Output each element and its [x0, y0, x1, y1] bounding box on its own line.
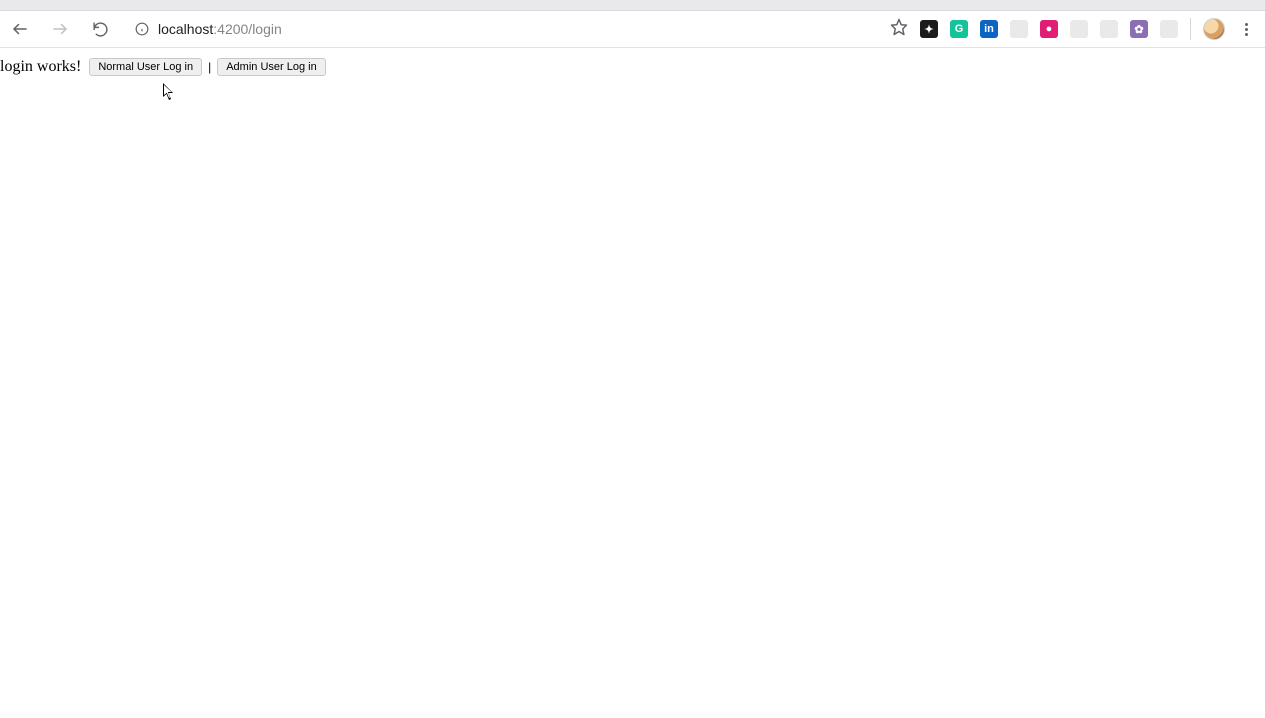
button-separator: | — [208, 60, 211, 74]
extension-5-icon[interactable]: ● — [1040, 20, 1058, 38]
forward-button[interactable] — [46, 15, 74, 43]
extension-8-icon[interactable]: ✿ — [1130, 20, 1148, 38]
extension-4-icon[interactable] — [1010, 20, 1028, 38]
arrow-right-icon — [51, 20, 69, 38]
linkedin-icon[interactable]: in — [980, 20, 998, 38]
admin-user-login-button[interactable]: Admin User Log in — [217, 58, 326, 76]
extension-1-icon[interactable]: ✦ — [920, 20, 938, 38]
bookmark-star-icon[interactable] — [890, 18, 908, 41]
back-button[interactable] — [6, 15, 34, 43]
normal-user-login-button[interactable]: Normal User Log in — [89, 58, 202, 76]
url-host: localhost — [158, 21, 213, 37]
login-works-text: login works! — [0, 58, 81, 76]
login-row: login works! Normal User Log in | Admin … — [0, 58, 1265, 76]
browser-menu-button[interactable] — [1237, 20, 1255, 38]
url-text: localhost:4200/login — [158, 21, 282, 37]
arrow-left-icon — [11, 20, 29, 38]
toolbar-right: ✦ Gin ● ✿ — [890, 18, 1259, 41]
toolbar-divider — [1190, 18, 1191, 40]
extension-9-icon[interactable] — [1160, 20, 1178, 38]
profile-avatar[interactable] — [1203, 18, 1225, 40]
url-path: :4200/login — [213, 21, 282, 37]
mouse-cursor-icon — [163, 83, 175, 101]
page-content: login works! Normal User Log in | Admin … — [0, 48, 1265, 76]
browser-toolbar: localhost:4200/login ✦ Gin ● ✿ — [0, 11, 1265, 48]
address-bar[interactable]: localhost:4200/login — [126, 15, 878, 43]
extension-6-icon[interactable] — [1070, 20, 1088, 38]
reload-icon — [92, 21, 109, 38]
grammarly-icon[interactable]: G — [950, 20, 968, 38]
reload-button[interactable] — [86, 15, 114, 43]
site-info-icon[interactable] — [134, 21, 150, 37]
browser-tabstrip — [0, 0, 1265, 11]
extension-7-icon[interactable] — [1100, 20, 1118, 38]
